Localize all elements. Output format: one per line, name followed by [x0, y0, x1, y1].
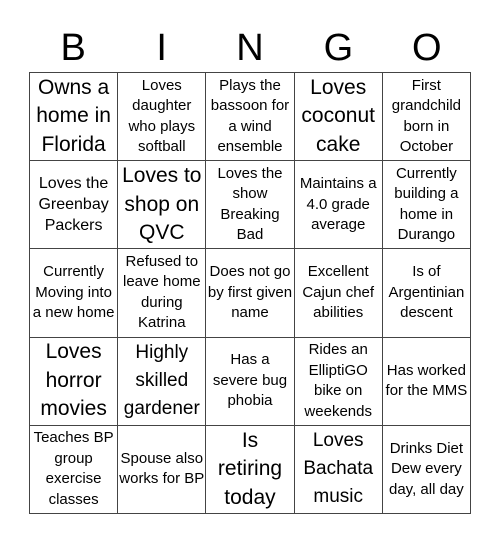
- cell-text: Excellent Cajun chef abilities: [302, 263, 375, 322]
- bingo-cell[interactable]: Does not go by first given name: [206, 249, 295, 338]
- bingo-cell[interactable]: Loves to shop on QVC: [118, 161, 207, 250]
- cell-text: Rides an ElliptiGO bike on weekends: [304, 341, 372, 420]
- cell-text: Currently building a home in Durango: [394, 164, 459, 244]
- bingo-cell[interactable]: Maintains a 4.0 grade average: [294, 161, 383, 250]
- cell-text: Refused to leave home during Katrina: [123, 252, 201, 332]
- bingo-cell[interactable]: First grandchild born in October: [382, 73, 471, 162]
- bingo-cell[interactable]: Spouse also works for BP: [118, 425, 207, 514]
- cell-text: Has a severe bug phobia: [212, 351, 288, 410]
- cell-text: Loves the Greenbay Packers: [38, 175, 109, 235]
- bingo-cell[interactable]: Owns a home in Florida: [30, 73, 119, 162]
- bingo-cell[interactable]: Rides an ElliptiGO bike on weekends: [294, 337, 383, 426]
- cell-text: Loves coconut cake: [301, 75, 375, 156]
- bingo-cell[interactable]: Is of Argentinian descent: [382, 249, 471, 338]
- cell-text: Has worked for the MMS: [385, 361, 468, 400]
- cell-text: Loves Bachata music: [303, 430, 374, 508]
- header-letter-o: O: [412, 27, 442, 69]
- cell-text: Plays the bassoon for a wind ensemble: [210, 76, 290, 156]
- cell-text: Spouse also works for BP: [119, 449, 205, 488]
- cell-text: Drinks Diet Dew every day, all day: [389, 439, 464, 498]
- cell-text: Currently Moving into a new home: [32, 263, 115, 322]
- bingo-grid: Owns a home in Florida Loves daughter wh…: [29, 72, 471, 514]
- bingo-cell[interactable]: Has worked for the MMS: [382, 337, 471, 426]
- cell-text: Loves horror movies: [40, 340, 107, 421]
- cell-text: Loves to shop on QVC: [122, 164, 202, 245]
- bingo-cell[interactable]: Has a severe bug phobia: [206, 337, 295, 426]
- bingo-cell[interactable]: Teaches BP group exercise classes: [30, 425, 119, 514]
- header-letter-g: G: [323, 27, 354, 69]
- bingo-cell[interactable]: Highly skilled gardener: [118, 337, 207, 426]
- cell-text: Loves daughter who plays softball: [128, 76, 196, 156]
- bingo-cell[interactable]: Currently Moving into a new home: [30, 249, 119, 338]
- bingo-cell[interactable]: Loves the Greenbay Packers: [30, 161, 119, 250]
- header-letter-b: B: [60, 27, 86, 69]
- cell-text: Does not go by first given name: [207, 263, 293, 322]
- bingo-cell[interactable]: Loves coconut cake: [294, 73, 383, 162]
- cell-text: Loves the show Breaking Bad: [217, 164, 283, 244]
- bingo-header: B I N G O: [29, 24, 471, 72]
- cell-text: Is retiring today: [217, 428, 283, 509]
- bingo-cell[interactable]: Is retiring today: [206, 425, 295, 514]
- bingo-cell[interactable]: Loves horror movies: [30, 337, 119, 426]
- bingo-cell[interactable]: Currently building a home in Durango: [382, 161, 471, 250]
- bingo-cell[interactable]: Plays the bassoon for a wind ensemble: [206, 73, 295, 162]
- cell-text: Maintains a 4.0 grade average: [299, 175, 377, 234]
- cell-text: Owns a home in Florida: [36, 75, 111, 156]
- bingo-cell[interactable]: Drinks Diet Dew every day, all day: [382, 425, 471, 514]
- bingo-cell[interactable]: Loves Bachata music: [294, 425, 383, 514]
- cell-text: Is of Argentinian descent: [388, 263, 465, 322]
- header-letter-n: N: [236, 27, 264, 69]
- header-letter-i: I: [156, 27, 167, 69]
- cell-text: Highly skilled gardener: [123, 342, 200, 420]
- bingo-cell[interactable]: Refused to leave home during Katrina: [118, 249, 207, 338]
- bingo-cell[interactable]: Loves daughter who plays softball: [118, 73, 207, 162]
- bingo-cell[interactable]: Loves the show Breaking Bad: [206, 161, 295, 250]
- cell-text: Teaches BP group exercise classes: [33, 429, 114, 508]
- cell-text: First grandchild born in October: [391, 76, 461, 156]
- bingo-cell[interactable]: Excellent Cajun chef abilities: [294, 249, 383, 338]
